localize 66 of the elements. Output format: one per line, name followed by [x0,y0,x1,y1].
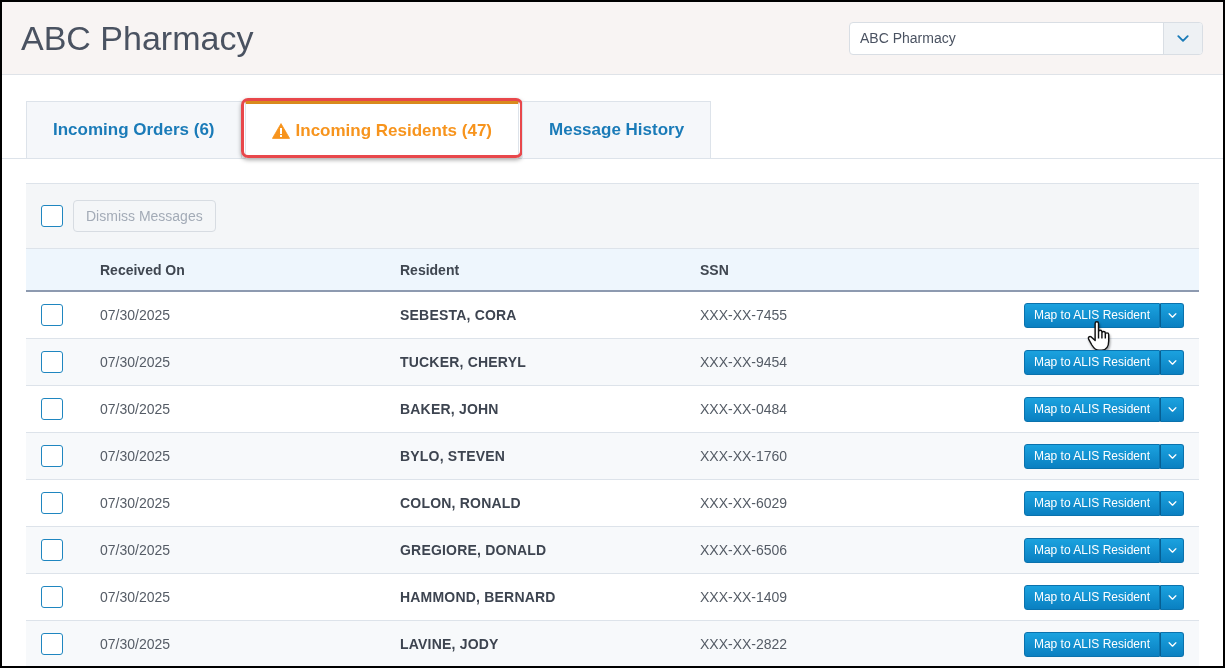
tab[interactable]: Incoming Orders (6) [26,101,242,159]
map-resident-button[interactable]: Map to ALIS Resident [1023,443,1160,469]
checkbox[interactable] [41,351,63,373]
chevron-down-icon [1167,594,1177,600]
checkbox[interactable] [41,633,63,655]
checkbox[interactable] [41,492,63,514]
chevron-down-icon [1167,406,1177,412]
ssn-cell: XXX-XX-9454 [700,354,788,370]
resident-name-cell: HAMMOND, BERNARD [400,589,556,605]
date-cell: 07/30/2025 [100,401,171,417]
resident-name-cell: TUCKER, CHERYL [400,354,526,370]
chevron-down-icon [1167,359,1177,365]
ssn-cell: XXX-XX-1760 [700,448,788,464]
dropdown-toggle[interactable] [1160,584,1184,610]
ssn-cell: XXX-XX-1409 [700,589,788,605]
chevron-down-icon [1167,453,1177,459]
map-resident-button[interactable]: Map to ALIS Resident [1023,631,1160,657]
date-cell: 07/30/2025 [100,448,171,464]
dropdown-toggle[interactable] [1160,490,1184,516]
resident-name-cell: BYLO, STEVEN [400,448,506,464]
dropdown-toggle[interactable] [1160,631,1184,657]
pharmacy-select[interactable]: ABC Pharmacy [849,21,1203,55]
map-resident-button[interactable]: Map to ALIS Resident [1023,537,1160,563]
map-resident-button[interactable]: Map to ALIS Resident [1023,490,1160,516]
tab[interactable]: Message History [522,101,712,159]
resident-name-cell: LAVINE, JODY [400,636,499,652]
date-cell: 07/30/2025 [100,636,171,652]
tab[interactable]: Incoming Residents (47) [244,101,519,159]
date-cell: 07/30/2025 [100,354,171,370]
column-header: Resident [400,261,460,278]
resident-name-cell: SEBESTA, CORA [400,307,517,323]
checkbox[interactable] [41,445,63,467]
ssn-cell: XXX-XX-7455 [700,307,788,323]
dropdown-toggle[interactable] [1160,349,1184,375]
ssn-cell: XXX-XX-2822 [700,636,788,652]
ssn-cell: XXX-XX-6506 [700,542,788,558]
map-resident-button[interactable]: Map to ALIS Resident [1023,349,1160,375]
map-resident-button[interactable]: Map to ALIS Resident [1023,396,1160,422]
column-header: Received On [100,261,185,278]
checkbox[interactable] [41,304,63,326]
date-cell: 07/30/2025 [100,589,171,605]
page-title: ABC Pharmacy [21,18,254,58]
date-cell: 07/30/2025 [100,495,171,511]
map-resident-button[interactable]: Map to ALIS Resident [1023,302,1160,328]
chevron-down-icon [1167,500,1177,506]
dropdown-toggle[interactable] [1160,302,1184,328]
dropdown-toggle[interactable] [1160,537,1184,563]
date-cell: 07/30/2025 [100,307,171,323]
checkbox[interactable] [41,398,63,420]
resident-name-cell: GREGIORE, DONALD [400,542,547,558]
checkbox[interactable] [41,205,63,227]
dropdown-toggle[interactable] [1160,443,1184,469]
chevron-down-icon [1167,312,1177,318]
chevron-down-icon [1167,547,1177,553]
ssn-cell: XXX-XX-0484 [700,401,788,417]
checkbox[interactable] [41,586,63,608]
date-cell: 07/30/2025 [100,542,171,558]
dropdown-toggle[interactable] [1160,396,1184,422]
resident-name-cell: BAKER, JOHN [400,401,499,417]
column-header: SSN [700,261,729,278]
resident-name-cell: COLON, RONALD [400,495,521,511]
ssn-cell: XXX-XX-6029 [700,495,788,511]
checkbox[interactable] [41,539,63,561]
map-resident-button[interactable]: Map to ALIS Resident [1023,584,1160,610]
chevron-down-icon [1167,641,1177,647]
chevron-down-icon [1177,34,1189,42]
